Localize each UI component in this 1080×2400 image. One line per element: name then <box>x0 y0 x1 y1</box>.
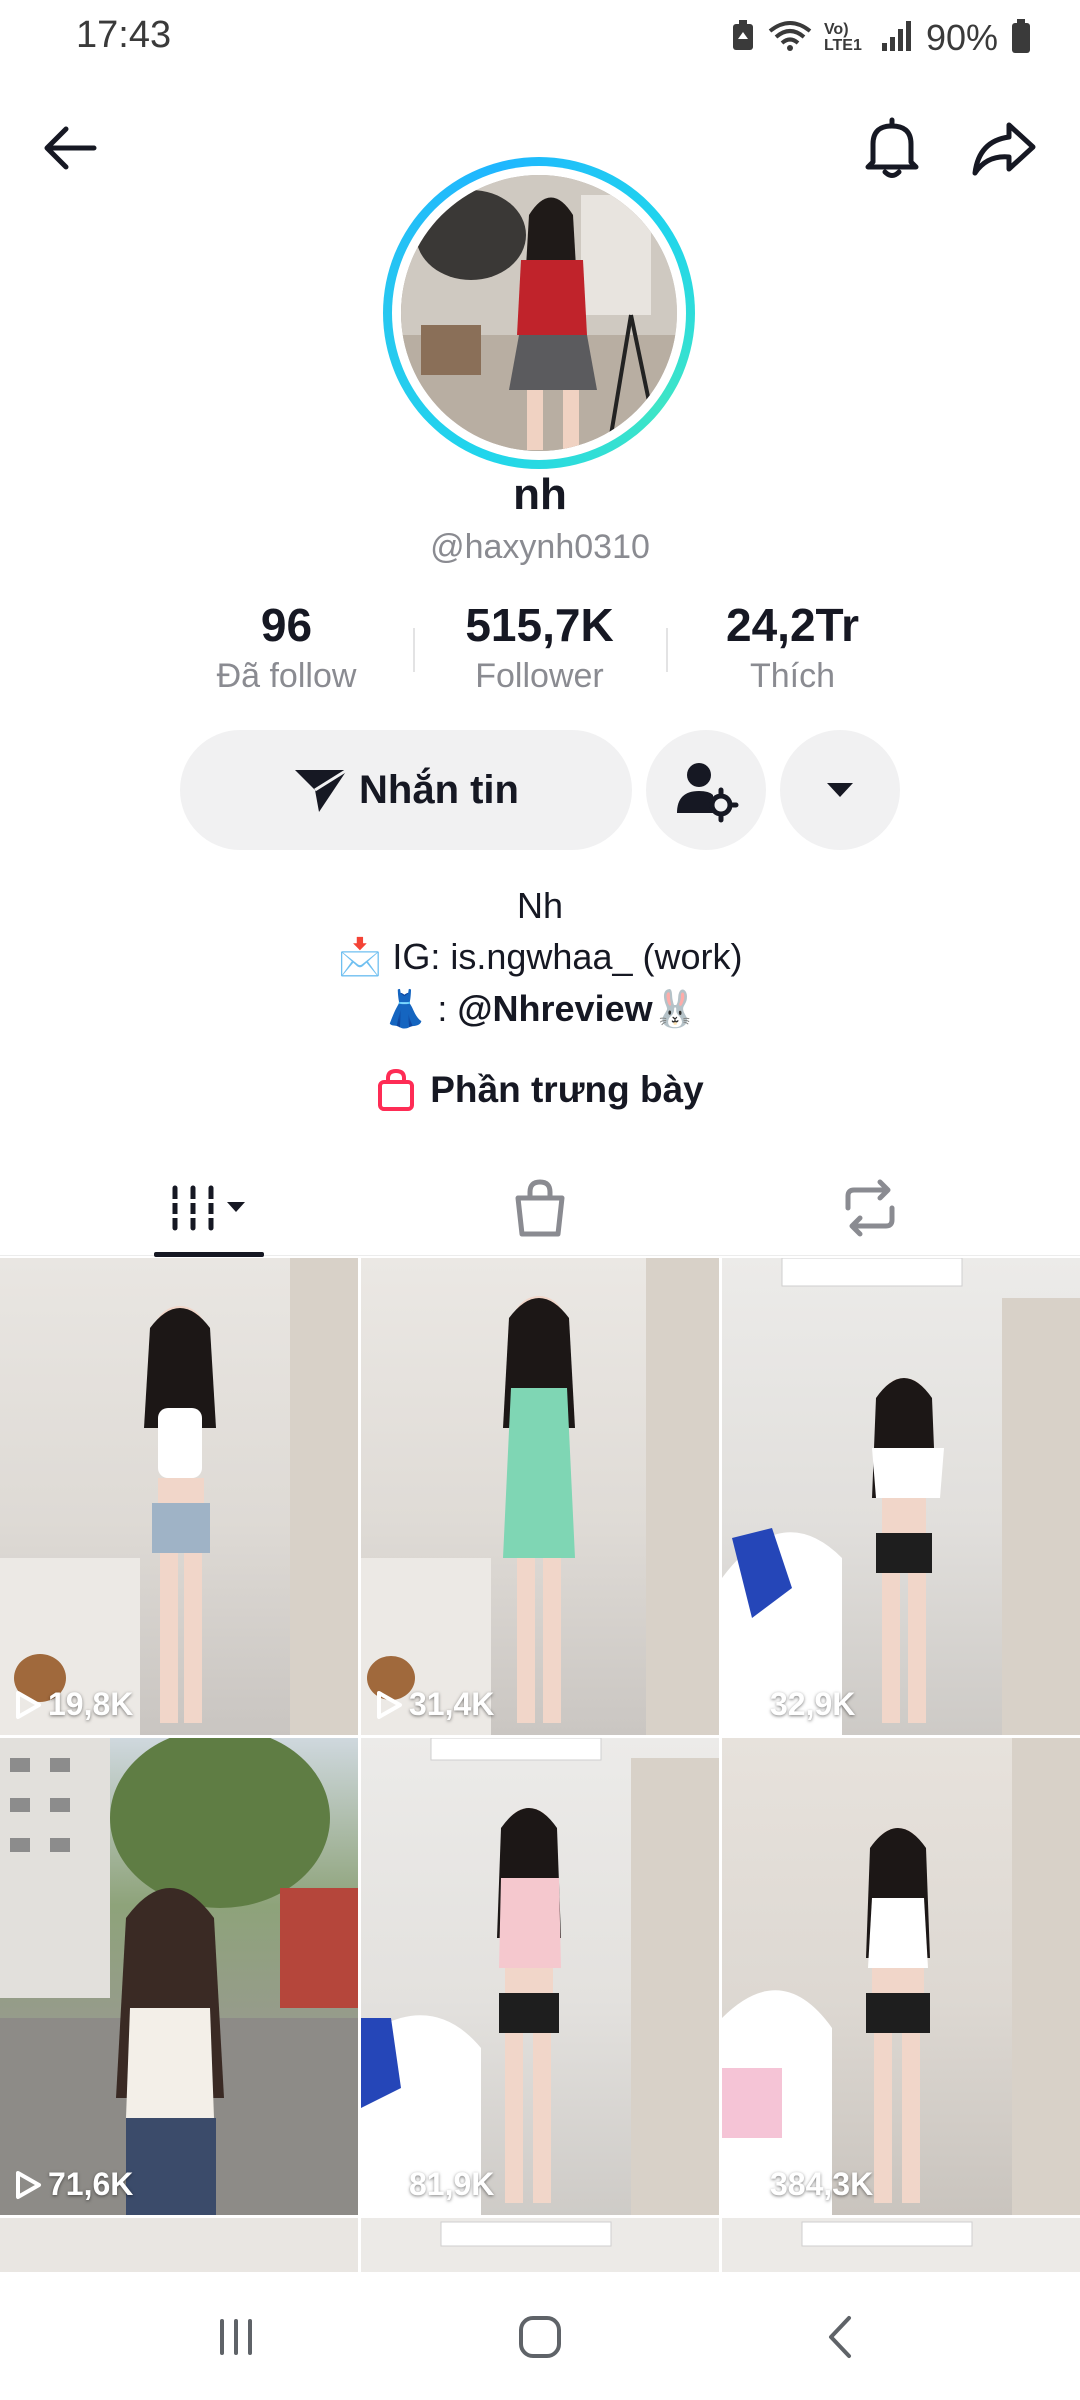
video-thumbnail[interactable]: 32,9K <box>722 1258 1080 1735</box>
signal-icon <box>880 19 914 58</box>
envelope-icon: 📩 <box>337 937 383 978</box>
play-icon <box>16 1690 41 1719</box>
stat-followers[interactable]: 515,7K Follower <box>413 600 666 696</box>
video-thumbnail[interactable] <box>0 2218 358 2278</box>
video-thumbnail[interactable]: 31,4K <box>361 1258 719 1735</box>
stat-likes[interactable]: 24,2Tr Thích <box>666 600 919 696</box>
message-button-label: Nhắn tin <box>359 767 519 812</box>
caret-down-icon <box>827 783 853 797</box>
video-frame <box>361 1738 719 2215</box>
video-thumbnail[interactable]: 81,9K <box>361 1738 719 2215</box>
video-thumbnail[interactable]: 19,8K <box>0 1258 358 1735</box>
share-button[interactable] <box>964 108 1044 188</box>
view-count: 71,6K <box>14 2166 133 2203</box>
view-count: 32,9K <box>736 1686 855 1723</box>
status-icons: Vo) LTE1 90% <box>730 14 1032 62</box>
video-thumbnail[interactable]: 71,6K <box>0 1738 358 2215</box>
view-count: 81,9K <box>375 2166 494 2203</box>
rabbit-icon: 🐰 <box>652 989 698 1030</box>
chevron-left-icon <box>829 2316 851 2358</box>
videos-grid-icon <box>169 1185 245 1231</box>
content-tabs <box>0 1160 1080 1257</box>
battery-percent: 90% <box>925 17 998 58</box>
stat-following[interactable]: 96 Đã follow <box>160 600 413 696</box>
volte-icon: Vo) LTE1 <box>823 21 862 54</box>
system-back-button[interactable] <box>790 2302 890 2372</box>
arrow-left-icon <box>44 126 97 170</box>
stat-divider <box>666 628 668 672</box>
view-count: 31,4K <box>375 1686 494 1723</box>
status-bar: 17:43 Vo) LTE1 90% <box>0 0 1080 76</box>
home-button[interactable] <box>490 2302 590 2372</box>
play-icon <box>377 2170 402 2199</box>
home-icon <box>519 2316 561 2358</box>
following-label: Đã follow <box>216 656 357 695</box>
showcase-label: Phần trưng bày <box>430 1069 704 1110</box>
profile-stats: 96 Đã follow 515,7K Follower 24,2Tr Thíc… <box>160 600 920 710</box>
message-button[interactable]: Nhắn tin <box>180 730 632 850</box>
system-navigation-bar <box>0 2272 1080 2400</box>
dress-icon: 👗 <box>382 989 428 1030</box>
shopping-bag-icon <box>378 1068 415 1111</box>
video-frame <box>722 1738 1080 2215</box>
followers-label: Follower <box>475 656 604 695</box>
display-name: nh <box>513 470 567 519</box>
recent-apps-button[interactable] <box>186 2302 286 2372</box>
following-count: 96 <box>260 599 313 651</box>
play-icon <box>377 1690 402 1719</box>
stat-divider <box>413 628 415 672</box>
bell-icon <box>865 117 919 178</box>
video-thumbnail[interactable] <box>361 2218 719 2278</box>
video-frame <box>722 1258 1080 1735</box>
send-icon <box>295 768 348 812</box>
battery-saver-icon <box>730 19 756 58</box>
more-dropdown-button[interactable] <box>780 730 900 850</box>
shopping-bag-icon <box>515 1179 565 1237</box>
avatar-image <box>401 175 677 451</box>
video-frame <box>361 1258 719 1735</box>
video-frame <box>0 1258 358 1735</box>
avatar[interactable] <box>383 157 695 469</box>
tab-shop[interactable] <box>360 1160 720 1256</box>
bio-line-2: 📩 IG: is.ngwhaa_ (work) <box>337 936 743 978</box>
status-time: 17:43 <box>76 14 172 56</box>
video-thumbnail[interactable]: 384,3K <box>722 1738 1080 2215</box>
recent-apps-icon <box>220 2319 252 2355</box>
profile-bio: Nh 📩 IG: is.ngwhaa_ (work) 👗 : @Nhreview… <box>0 880 1080 1035</box>
likes-count: 24,2Tr <box>726 599 859 651</box>
avatar-photo <box>401 175 677 451</box>
back-button[interactable] <box>30 108 110 188</box>
video-frame <box>0 1738 358 2215</box>
showcase-link[interactable]: Phần trưng bày <box>0 1060 1080 1120</box>
username: @haxynh0310 <box>430 528 650 566</box>
play-icon <box>738 2170 763 2199</box>
play-icon <box>738 1690 763 1719</box>
video-thumbnail[interactable] <box>722 2218 1080 2278</box>
add-friend-settings-button[interactable] <box>646 730 766 850</box>
bio-line-3: 👗 : @Nhreview🐰 <box>382 988 698 1030</box>
likes-label: Thích <box>749 656 836 695</box>
view-count: 384,3K <box>736 2166 873 2203</box>
tab-reposts[interactable] <box>690 1160 1050 1256</box>
view-count: 19,8K <box>14 1686 133 1723</box>
notification-button[interactable] <box>852 108 932 188</box>
battery-icon <box>1010 18 1032 59</box>
repost-icon <box>845 1179 895 1237</box>
followers-count: 515,7K <box>465 599 614 651</box>
tab-videos[interactable] <box>30 1160 390 1256</box>
play-icon <box>16 2170 41 2199</box>
person-settings-icon <box>677 763 739 823</box>
wifi-icon <box>768 19 812 58</box>
active-tab-indicator <box>154 1252 264 1257</box>
share-arrow-icon <box>972 122 1036 176</box>
bio-mention-link[interactable]: @Nhreview <box>457 988 652 1029</box>
bio-line-1: Nh <box>516 885 564 926</box>
